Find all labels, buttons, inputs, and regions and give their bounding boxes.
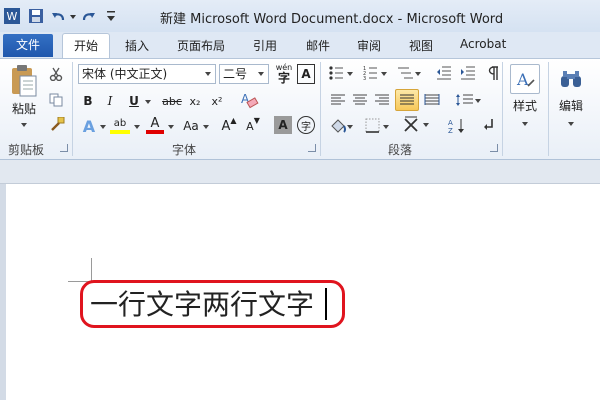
svg-text:A: A	[516, 70, 529, 89]
group-label-font: 字体	[172, 143, 197, 157]
show-hide-marks-icon[interactable]	[482, 64, 502, 82]
underline-caret[interactable]	[145, 100, 151, 104]
paragraph-launcher-icon[interactable]	[490, 144, 498, 152]
tab-review[interactable]: 审阅	[357, 37, 381, 54]
sort-icon[interactable]: AZ	[446, 116, 470, 136]
editing-caret[interactable]	[568, 122, 574, 126]
font-size-value: 二号	[223, 67, 248, 81]
grow-font-button[interactable]: A ▲	[220, 117, 238, 135]
redo-icon[interactable]	[80, 6, 98, 26]
change-case-button[interactable]: Aa	[180, 117, 202, 135]
app-icon-letter: W	[7, 10, 18, 23]
window-title: 新建 Microsoft Word Document.docx - Micros…	[160, 12, 504, 27]
shrink-font-letter: A	[246, 119, 254, 133]
tab-mailings[interactable]: 邮件	[306, 37, 330, 54]
font-color-button[interactable]: A	[146, 116, 164, 131]
shrink-font-button[interactable]: A ▼	[244, 117, 262, 135]
grow-font-letter: A	[221, 118, 231, 134]
bold-button[interactable]: B	[80, 93, 96, 109]
save-icon[interactable]	[26, 6, 46, 26]
phonetic-guide-icon[interactable]: wén 字	[273, 63, 295, 85]
text-effect-button[interactable]: A	[80, 116, 98, 136]
chinese-layout-icon[interactable]	[402, 114, 432, 136]
group-divider	[320, 62, 321, 156]
font-name-caret[interactable]	[205, 72, 211, 76]
styles-caret[interactable]	[522, 122, 528, 126]
format-painter-icon[interactable]	[48, 116, 66, 132]
customize-qat-icon[interactable]	[104, 6, 118, 26]
character-border-button[interactable]: A	[297, 64, 315, 84]
underline-button[interactable]: U	[126, 93, 142, 109]
enclose-characters-button[interactable]: 字	[297, 116, 315, 134]
ruler	[0, 160, 600, 184]
align-right-icon[interactable]	[372, 91, 392, 109]
phonetic-char: 字	[277, 71, 290, 85]
editing-button[interactable]: 编辑	[554, 97, 588, 113]
italic-button[interactable]: I	[102, 93, 118, 109]
word-app-icon[interactable]: W	[2, 6, 22, 26]
numbering-icon[interactable]: 123	[362, 64, 388, 82]
group-label-clipboard: 剪贴板	[8, 143, 45, 157]
align-center-icon[interactable]	[350, 91, 370, 109]
paste-button[interactable]: 粘贴	[8, 100, 40, 116]
highlight-button[interactable]: ab	[110, 116, 130, 130]
title-bar: W 新建 Microsoft Word Document.docx - Micr…	[0, 0, 600, 32]
cut-icon[interactable]	[48, 66, 64, 82]
multilevel-list-icon[interactable]	[396, 64, 422, 82]
highlight-caret[interactable]	[134, 125, 140, 129]
distributed-align-icon[interactable]	[422, 91, 442, 109]
svg-text:A: A	[448, 119, 453, 127]
asian-typography-icon[interactable]	[480, 116, 500, 136]
increase-indent-icon[interactable]	[458, 64, 478, 82]
tab-file[interactable]: 文件	[3, 34, 53, 57]
tab-insert[interactable]: 插入	[125, 37, 149, 54]
text-effect-caret[interactable]	[100, 125, 106, 129]
highlight-annotation-box	[80, 280, 345, 328]
paste-icon[interactable]	[6, 62, 42, 100]
line-spacing-icon[interactable]	[454, 91, 482, 109]
font-name-combo[interactable]: 宋体 (中文正文)	[78, 64, 216, 84]
character-shading-button[interactable]: A	[274, 116, 292, 134]
styles-icon[interactable]: A	[510, 64, 540, 94]
clipboard-launcher-icon[interactable]	[60, 144, 68, 152]
highlight-color-bar	[110, 130, 130, 134]
tab-home[interactable]: 开始	[62, 33, 110, 60]
justify-icon[interactable]	[395, 89, 419, 111]
group-divider	[502, 62, 503, 156]
tab-acrobat[interactable]: Acrobat	[460, 37, 506, 51]
align-left-icon[interactable]	[328, 91, 348, 109]
group-label-paragraph: 段落	[388, 143, 413, 157]
copy-icon[interactable]	[48, 92, 64, 108]
font-color-bar	[146, 130, 164, 134]
tab-view[interactable]: 视图	[409, 37, 433, 54]
styles-button[interactable]: 样式	[508, 97, 542, 113]
font-launcher-icon[interactable]	[308, 144, 316, 152]
word-window: W 新建 Microsoft Word Document.docx - Micr…	[0, 0, 600, 400]
decrease-indent-icon[interactable]	[434, 64, 454, 82]
font-color-caret[interactable]	[168, 125, 174, 129]
find-binoculars-icon[interactable]	[556, 64, 586, 94]
tab-page-layout[interactable]: 页面布局	[177, 37, 225, 54]
font-size-caret[interactable]	[258, 72, 264, 76]
change-case-caret[interactable]	[203, 125, 209, 129]
svg-text:Z: Z	[448, 127, 453, 135]
clear-formatting-icon[interactable]: A	[238, 90, 260, 110]
subscript-button[interactable]: x₂	[186, 93, 204, 109]
borders-icon[interactable]	[364, 116, 390, 136]
page-corner-mark	[91, 258, 92, 282]
font-name-value: 宋体 (中文正文)	[82, 67, 168, 81]
bullets-icon[interactable]	[328, 64, 354, 82]
group-divider	[72, 62, 73, 156]
svg-text:3: 3	[363, 76, 366, 81]
undo-icon[interactable]	[50, 6, 78, 26]
paste-dropdown-caret[interactable]	[21, 123, 27, 127]
group-divider	[548, 62, 549, 156]
paragraph-shading-icon[interactable]	[328, 116, 354, 136]
tab-references[interactable]: 引用	[253, 37, 277, 54]
strikethrough-button[interactable]: abc	[160, 93, 184, 109]
superscript-button[interactable]: x²	[208, 93, 226, 109]
